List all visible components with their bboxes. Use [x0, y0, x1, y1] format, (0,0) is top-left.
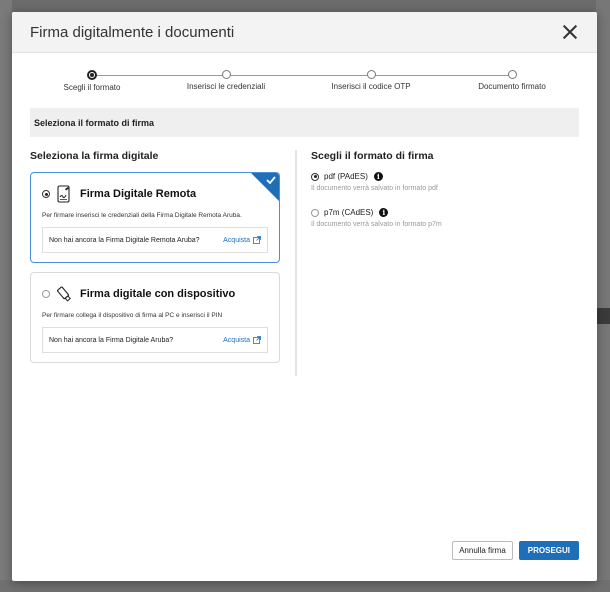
pdf-note: Il documento verrà salvato in formato pd…: [311, 185, 438, 192]
promo-text: Non hai ancora la Firma Digitale Aruba?: [49, 336, 174, 344]
background-toolbar: [596, 308, 610, 324]
step-credentials: Inserisci le credenziali: [156, 70, 296, 91]
p7m-note: Il documento verrà salvato in formato p7…: [311, 221, 442, 228]
buy-device-signature-link[interactable]: Acquista: [223, 336, 261, 344]
info-icon[interactable]: i: [379, 208, 389, 217]
step-dot-active: [87, 70, 97, 80]
pdf-radio[interactable]: [311, 172, 319, 181]
signature-column-title: Seleziona la firma digitale: [30, 150, 159, 162]
info-icon[interactable]: i: [373, 172, 383, 181]
step-dot: [366, 70, 376, 79]
step-signed-document: Documento firmato: [442, 70, 582, 91]
device-signature-card[interactable]: Firma digitale con dispositivo Per firma…: [30, 272, 280, 363]
device-signature-radio[interactable]: [42, 290, 50, 298]
step-choose-format: Scegli il formato: [22, 70, 162, 92]
p7m-radio[interactable]: [311, 208, 319, 217]
section-title: Seleziona il formato di firma: [34, 117, 155, 128]
cancel-signature-button[interactable]: Annulla firma: [452, 541, 513, 560]
column-divider: [295, 150, 297, 376]
step-dot: [221, 70, 231, 79]
remote-signature-description: Per firmare inserisci le credenziali del…: [42, 212, 242, 219]
buy-link-label: Acquista: [223, 236, 250, 244]
background-bottom: [0, 580, 610, 592]
remote-signature-radio[interactable]: [42, 190, 50, 198]
remote-signature-icon: [57, 185, 70, 203]
stepper: Scegli il formato Inserisci le credenzia…: [12, 53, 597, 105]
background-left-panel: [0, 0, 12, 592]
format-option-pdf[interactable]: pdf (PAdES) i: [311, 172, 581, 181]
remote-signature-card[interactable]: Firma Digitale Remota Per firmare inseri…: [30, 172, 280, 263]
device-signature-title: Firma digitale con dispositivo: [80, 288, 236, 300]
section-header: Seleziona il formato di firma: [30, 108, 579, 137]
sign-documents-dialog: Firma digitalmente i documenti Scegli il…: [12, 12, 597, 581]
buy-remote-signature-link[interactable]: Acquista: [223, 236, 261, 244]
signature-column: Seleziona la firma digitale Firma Digita…: [30, 150, 280, 372]
background-right-panel: [596, 0, 610, 592]
dialog-title: Firma digitalmente i documenti: [30, 23, 235, 41]
external-link-icon: [253, 236, 261, 244]
close-icon[interactable]: [561, 23, 579, 41]
external-link-icon: [253, 336, 261, 344]
format-option-p7m[interactable]: p7m (CAdES) i: [311, 208, 581, 217]
remote-signature-title: Firma Digitale Remota: [80, 188, 197, 200]
dialog-header: Firma digitalmente i documenti: [12, 12, 597, 53]
promo-text: Non hai ancora la Firma Digitale Remota …: [49, 236, 200, 244]
device-signature-description: Per firmare collega il dispositivo di fi…: [42, 312, 223, 319]
dialog-footer: Annulla firma PROSEGUI: [452, 541, 579, 560]
device-signature-promo: Non hai ancora la Firma Digitale Aruba? …: [42, 327, 268, 353]
step-label: Scegli il formato: [63, 83, 121, 92]
step-label: Inserisci le credenziali: [186, 82, 266, 91]
step-dot: [507, 70, 517, 79]
step-label: Documento firmato: [478, 82, 546, 91]
step-otp: Inserisci il codice OTP: [301, 70, 441, 91]
buy-link-label: Acquista: [223, 336, 250, 344]
format-column: Scegli il formato di firma pdf (PAdES) i…: [311, 150, 581, 244]
usb-device-icon: [57, 286, 71, 302]
checkmark-icon: [266, 176, 276, 184]
p7m-label: p7m (CAdES): [324, 208, 374, 217]
pdf-label: pdf (PAdES): [324, 172, 368, 181]
step-label: Inserisci il codice OTP: [331, 82, 411, 91]
remote-signature-promo: Non hai ancora la Firma Digitale Remota …: [42, 227, 268, 253]
format-column-title: Scegli il formato di firma: [311, 150, 434, 162]
continue-button[interactable]: PROSEGUI: [518, 541, 579, 560]
